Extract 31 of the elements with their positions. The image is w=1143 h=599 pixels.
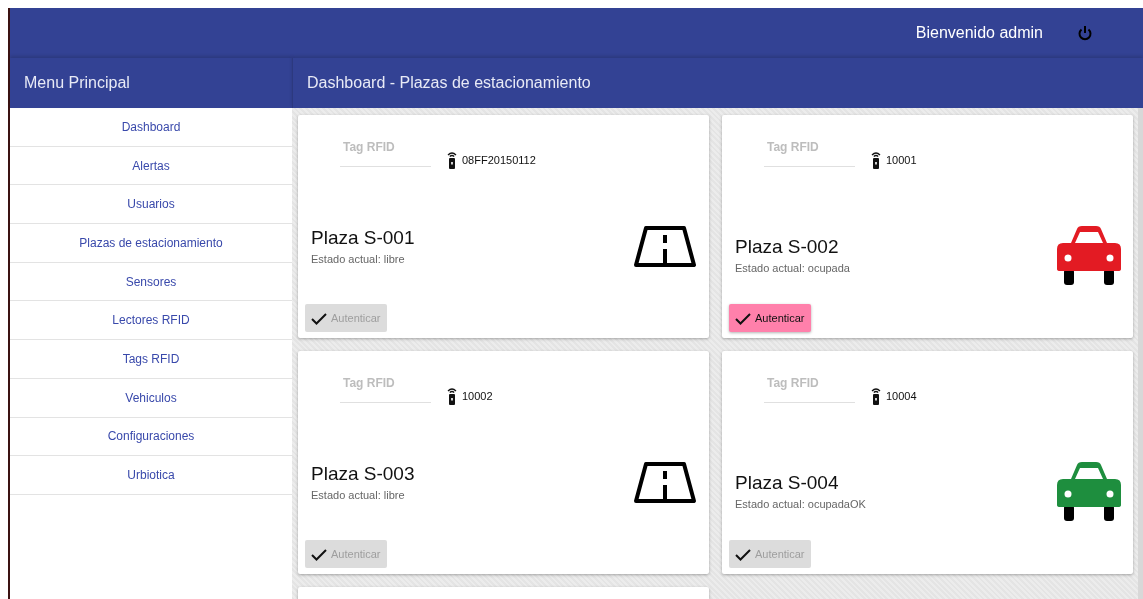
check-icon — [311, 311, 327, 325]
spot-status: Estado actual: libre — [311, 253, 406, 265]
welcome-text: Bienvenido admin — [915, 24, 1043, 42]
tag-field[interactable]: Tag RFID — [764, 140, 855, 167]
tag-value: 10004 — [886, 390, 917, 402]
road-icon — [633, 225, 697, 267]
rfid-reader-icon — [447, 387, 457, 405]
tag-value: 08FF20150112 — [462, 154, 536, 166]
spot-name: Plaza S-003 — [311, 463, 415, 485]
spot-status: Estado actual: libre — [311, 489, 406, 501]
sidebar-header: Menu Principal — [10, 58, 292, 108]
spot-name: Plaza S-002 — [735, 236, 840, 258]
rfid-reader-icon — [447, 151, 457, 169]
authenticate-button[interactable]: Autenticar — [729, 304, 811, 332]
spot-status: Estado actual: ocupada — [735, 262, 850, 274]
tag-field[interactable]: Tag RFID — [764, 376, 855, 403]
tag-value: 10002 — [462, 390, 493, 402]
check-icon — [735, 311, 751, 325]
tag-field[interactable]: Tag RFID — [340, 140, 431, 167]
check-icon — [735, 547, 751, 561]
spot-name: Plaza S-001 — [311, 227, 415, 249]
spot-name: Plaza S-004 — [735, 472, 840, 494]
tag-value: 10001 — [886, 154, 917, 166]
road-icon — [633, 461, 697, 503]
rfid-reader-icon — [871, 151, 881, 169]
check-icon — [311, 547, 327, 561]
tag-field[interactable]: Tag RFID — [340, 376, 431, 403]
page-header: Dashboard - Plazas de estacionamiento — [292, 58, 1143, 108]
rfid-reader-icon — [871, 387, 881, 405]
power-icon — [1077, 25, 1093, 41]
spot-status: Estado actual: ocupadaOK — [735, 498, 866, 510]
